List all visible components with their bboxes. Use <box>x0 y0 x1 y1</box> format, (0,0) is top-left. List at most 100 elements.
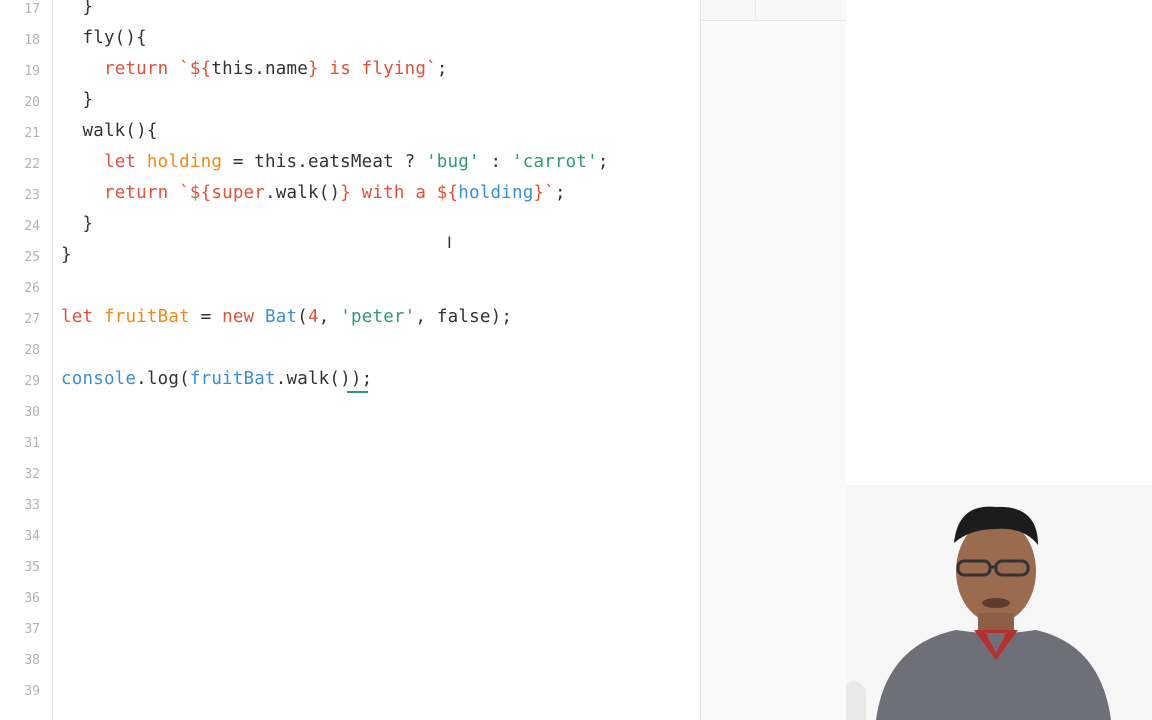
code-line[interactable]: 30 <box>0 397 700 428</box>
code-token: super <box>211 183 266 203</box>
code-line[interactable]: 17 } <box>0 0 700 25</box>
preview-panel <box>700 0 847 720</box>
code-token: return <box>103 183 169 203</box>
code-token: : <box>479 152 512 172</box>
code-text[interactable]: console.log(fruitBat.walk()); <box>61 369 372 389</box>
line-number: 33 <box>24 498 40 513</box>
presenter-image <box>846 485 1152 720</box>
code-token: fly(){ <box>61 28 147 48</box>
code-line[interactable]: 25} <box>0 242 700 273</box>
code-token: , <box>318 307 341 327</box>
code-line[interactable]: 36 <box>0 583 700 614</box>
code-token: fruitBat <box>189 369 276 389</box>
code-token: } is flying` <box>308 59 437 79</box>
code-token: ; <box>436 59 448 79</box>
code-token: }` <box>533 183 555 203</box>
code-text[interactable]: } <box>61 0 93 17</box>
line-number: 39 <box>24 684 40 699</box>
code-line[interactable]: 20 } <box>0 87 700 118</box>
code-token: new <box>222 307 255 327</box>
line-number: 38 <box>24 653 40 668</box>
code-token: ); <box>490 307 513 327</box>
code-line[interactable]: 32 <box>0 459 700 490</box>
code-editor[interactable]: 17 } 18 fly(){19 return `${this.name} is … <box>0 0 700 720</box>
presenter-webcam <box>846 485 1152 720</box>
code-token: } <box>61 90 94 110</box>
code-text[interactable]: } <box>61 245 72 265</box>
code-token: } <box>61 0 94 17</box>
code-token: 'bug' <box>426 152 480 172</box>
code-token: .log( <box>136 369 190 389</box>
code-token: = this.eatsMeat ? <box>222 152 427 172</box>
code-line[interactable]: 28 <box>0 335 700 366</box>
code-token: 4 <box>308 307 319 327</box>
line-number: 36 <box>24 591 40 606</box>
code-token: fruitBat <box>103 307 190 327</box>
code-line[interactable]: 38 <box>0 645 700 676</box>
code-token: let <box>103 152 137 172</box>
code-token: Bat <box>265 307 298 327</box>
bracket-match-highlight <box>347 391 368 393</box>
code-token: `${ <box>179 59 212 79</box>
code-text[interactable]: } <box>61 214 93 234</box>
code-line[interactable]: 21 walk(){ <box>0 118 700 149</box>
code-text[interactable]: walk(){ <box>61 121 158 141</box>
line-number: 26 <box>24 281 40 296</box>
code-token: } <box>61 245 72 265</box>
code-token: return <box>103 59 169 79</box>
line-number: 30 <box>24 405 40 420</box>
code-line[interactable]: 26 <box>0 273 700 304</box>
code-token: 'carrot' <box>511 152 598 172</box>
line-number: 17 <box>24 2 40 17</box>
line-number: 22 <box>24 157 40 172</box>
code-line[interactable]: 27 let fruitBat = new Bat(4, 'peter', fal… <box>0 304 700 335</box>
code-line[interactable]: 22 let holding = this.eatsMeat ? 'bug' :… <box>0 149 700 180</box>
code-line[interactable]: 39 <box>0 676 700 707</box>
code-text[interactable]: let holding = this.eatsMeat ? 'bug' : 'c… <box>61 152 609 172</box>
line-number: 37 <box>24 622 40 637</box>
code-token: } with a ${ <box>340 183 459 203</box>
preview-toolbar-divider <box>755 0 756 20</box>
code-line[interactable]: 37 <box>0 614 700 645</box>
line-number: 18 <box>24 33 40 48</box>
code-line[interactable]: 19 return `${this.name} is flying`; <box>0 56 700 87</box>
code-text[interactable]: return `${super.walk()} with a ${holding… <box>61 183 566 203</box>
code-text[interactable]: return `${this.name} is flying`; <box>61 59 448 79</box>
line-number: 21 <box>24 126 40 141</box>
code-token: } <box>61 214 94 234</box>
line-number: 35 <box>24 560 40 575</box>
code-text[interactable]: fly(){ <box>61 28 147 48</box>
code-line[interactable]: 34 <box>0 521 700 552</box>
code-token: let <box>61 307 94 327</box>
code-line[interactable]: 33 <box>0 490 700 521</box>
line-number: 34 <box>24 529 40 544</box>
code-line[interactable]: 23 return `${super.walk()} with a ${hold… <box>0 180 700 211</box>
line-number: 29 <box>24 374 40 389</box>
code-line[interactable]: 18 fly(){ <box>0 25 700 56</box>
code-text[interactable]: let fruitBat = new Bat(4, 'peter', false… <box>61 307 512 327</box>
code-token: ; <box>554 183 566 203</box>
line-number: 24 <box>24 219 40 234</box>
code-token: false <box>436 307 491 327</box>
code-token: , <box>415 307 437 327</box>
line-number: 27 <box>24 312 40 327</box>
code-text[interactable]: } <box>61 90 93 110</box>
code-token: name <box>265 59 308 79</box>
code-line[interactable]: 31 <box>0 428 700 459</box>
preview-toolbar <box>701 0 846 21</box>
line-number: 20 <box>24 95 40 110</box>
line-number: 28 <box>24 343 40 358</box>
code-line[interactable]: 35 <box>0 552 700 583</box>
code-token: 'peter' <box>340 307 416 327</box>
code-token: .walk() <box>265 183 341 203</box>
code-line[interactable]: 24 } <box>0 211 700 242</box>
code-token: .walk()); <box>275 369 373 389</box>
